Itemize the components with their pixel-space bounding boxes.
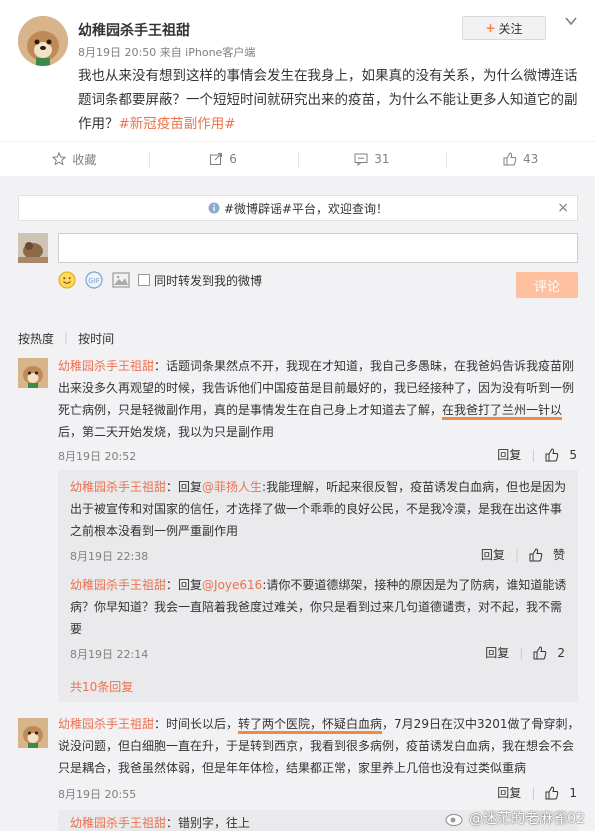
reply-button[interactable]: 回复 [497, 446, 521, 463]
watermark-text: @迷茫的老麻雀02 [469, 811, 585, 827]
gif-icon[interactable]: GIF [84, 271, 104, 289]
close-icon[interactable]: × [557, 200, 569, 216]
star-icon [52, 152, 67, 166]
repost-count: 6 [229, 152, 237, 166]
info-icon [208, 202, 220, 214]
comment-body-cont: 后，第二天开始发烧，我以为只是副作用 [58, 425, 275, 439]
mention-link[interactable]: @菲扬人生 [202, 480, 262, 494]
image-icon[interactable] [112, 272, 130, 288]
reply-text: 幼稚园杀手王祖甜：回复@菲扬人生:我能理解，听起来很反智，疫苗诱发白血病，但也是… [70, 476, 570, 542]
favorite-button[interactable]: 收藏 [0, 142, 149, 176]
follow-label: 关注 [498, 21, 523, 36]
sort-by-hot[interactable]: 按热度 [18, 330, 54, 347]
author-avatar[interactable] [18, 16, 68, 66]
emoji-icon[interactable] [58, 271, 76, 289]
more-replies-link[interactable]: 共10条回复 [70, 678, 133, 695]
checkbox-box[interactable] [138, 274, 150, 286]
like-label: 赞 [552, 548, 565, 562]
comment-time: 8月19日 20:52 [58, 450, 137, 463]
sort-by-time[interactable]: 按时间 [78, 330, 114, 347]
comment-button[interactable]: 31 [297, 142, 447, 176]
reply-actions: 回复 | 赞 [481, 546, 565, 563]
action-divider: | [531, 447, 536, 462]
highlighted-text: 在我爸打了兰州一针以 [442, 403, 563, 420]
my-avatar[interactable] [18, 233, 48, 263]
sort-tabs: 按热度 | 按时间 [18, 330, 114, 347]
sync-repost-label: 同时转发到我的微博 [154, 273, 263, 288]
comment-actions: 回复 | 5 [497, 446, 577, 463]
like-count: 1 [569, 785, 577, 800]
follow-button[interactable]: + 关注 [462, 16, 546, 40]
reply-author[interactable]: 幼稚园杀手王祖甜 [70, 816, 166, 830]
watermark: @迷茫的老麻雀02 [445, 808, 585, 828]
svg-text:GIF: GIF [88, 277, 100, 285]
thumbs-up-icon [503, 152, 517, 166]
sync-repost-checkbox[interactable]: 同时转发到我的微博 [138, 272, 262, 289]
favorite-label: 收藏 [72, 152, 97, 167]
reply-time: 8月19日 22:38 [70, 550, 149, 563]
comment-input[interactable] [58, 233, 578, 263]
rumor-notice-bar: #微博辟谣#平台，欢迎查询！ × [18, 195, 578, 221]
sort-divider: | [64, 330, 69, 344]
reply-prefix: ：回复 [166, 480, 203, 494]
reply-button[interactable]: 回复 [497, 784, 521, 801]
reply-prefix: ：回复 [166, 578, 203, 592]
post-meta: 8月19日 20:50 来自 iPhone客户端 [78, 46, 256, 59]
weibo-logo-icon [445, 814, 463, 826]
comment-author[interactable]: 幼稚园杀手王祖甜 [58, 717, 154, 731]
like-count: 43 [522, 152, 539, 166]
comment-icon [354, 153, 368, 166]
comment-author[interactable]: 幼稚园杀手王祖甜 [58, 359, 154, 373]
post-hashtag[interactable]: #新冠疫苗副作用# [119, 116, 236, 132]
submit-comment-button[interactable]: 评论 [516, 272, 578, 298]
action-divider: | [519, 645, 524, 660]
reply-text: 幼稚园杀手王祖甜：回复@Joye616:请你不要道德绑架，接种的原因是为了防病，… [70, 574, 570, 640]
reply-actions: 回复 | 2 [485, 644, 565, 661]
reply-button[interactable]: 回复 [481, 546, 505, 563]
reply-body: ：错别字，往上 [166, 816, 251, 830]
thumbs-up-icon[interactable] [529, 547, 543, 562]
composer-toolbar: GIF 同时转发到我的微博 [58, 271, 262, 289]
thumbs-up-icon[interactable] [533, 645, 547, 660]
comment-avatar[interactable] [18, 718, 48, 748]
comment-actions: 回复 | 1 [497, 784, 577, 801]
comment-body: ：时间长以后， [154, 717, 239, 731]
thumbs-up-icon[interactable] [545, 785, 559, 800]
post-body: 我也从来没有想到这样的事情会发生在我身上，如果真的没有关系，为什么微博连话题词条… [78, 64, 578, 136]
comment-time: 8月19日 20:55 [58, 788, 137, 801]
repost-button[interactable]: 6 [148, 142, 298, 176]
action-divider: | [531, 785, 536, 800]
notice-text[interactable]: #微博辟谣#平台，欢迎查询！ [224, 200, 388, 217]
mention-link[interactable]: @Joye616 [202, 578, 262, 592]
chevron-down-icon[interactable] [564, 14, 578, 28]
comment-count: 31 [374, 152, 390, 166]
reply-button[interactable]: 回复 [485, 644, 509, 661]
reply-author[interactable]: 幼稚园杀手王祖甜 [70, 480, 166, 494]
reply-author[interactable]: 幼稚园杀手王祖甜 [70, 578, 166, 592]
action-divider: | [514, 547, 519, 562]
post-action-bar: 收藏 6 31 43 [0, 141, 595, 177]
post-author-name[interactable]: 幼稚园杀手王祖甜 [78, 20, 190, 40]
reply-time: 8月19日 22:14 [70, 648, 149, 661]
highlighted-text: 转了两个医院，怀疑白血病 [238, 717, 383, 734]
comment-avatar[interactable] [18, 358, 48, 388]
thumbs-up-icon[interactable] [545, 447, 559, 462]
comment-text: 幼稚园杀手王祖甜：时间长以后，转了两个医院，怀疑白血病，7月29日在汉中3201… [58, 713, 580, 779]
plus-icon: + [485, 21, 496, 35]
comment-text: 幼稚园杀手王祖甜：话题词条果然点不开，我现在才知道，我自己多愚昧，在我爸妈告诉我… [58, 355, 580, 443]
like-button[interactable]: 43 [446, 142, 595, 176]
like-count: 2 [557, 645, 565, 660]
repost-icon [210, 153, 223, 165]
like-count: 5 [569, 447, 577, 462]
